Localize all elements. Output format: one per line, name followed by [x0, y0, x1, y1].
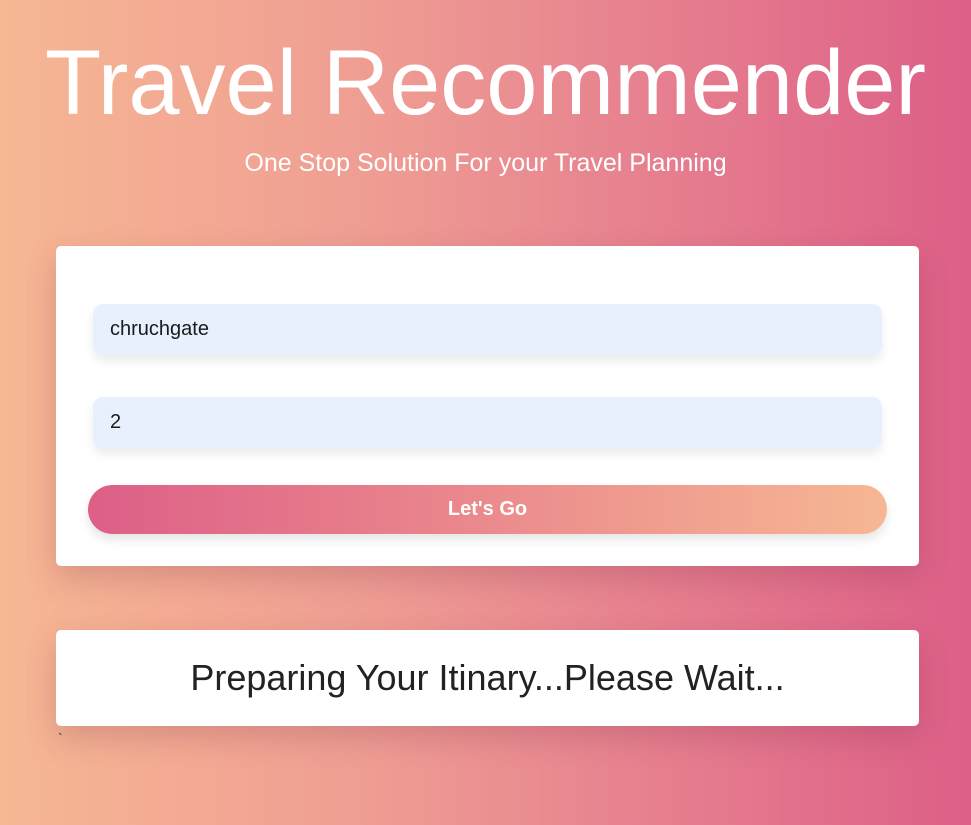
- status-card: Preparing Your Itinary...Please Wait...: [56, 630, 919, 726]
- lets-go-button[interactable]: Let's Go: [88, 485, 887, 534]
- itinerary-form-card: Let's Go: [56, 246, 919, 566]
- app-subtitle: One Stop Solution For your Travel Planni…: [244, 149, 727, 177]
- page-header: Travel Recommender One Stop Solution For…: [0, 28, 971, 180]
- stray-backtick-text: `: [58, 730, 63, 746]
- status-message: Preparing Your Itinary...Please Wait...: [190, 657, 785, 698]
- source-location-input[interactable]: [93, 304, 882, 355]
- days-input[interactable]: [93, 397, 882, 448]
- app-title: Travel Recommender: [44, 32, 927, 134]
